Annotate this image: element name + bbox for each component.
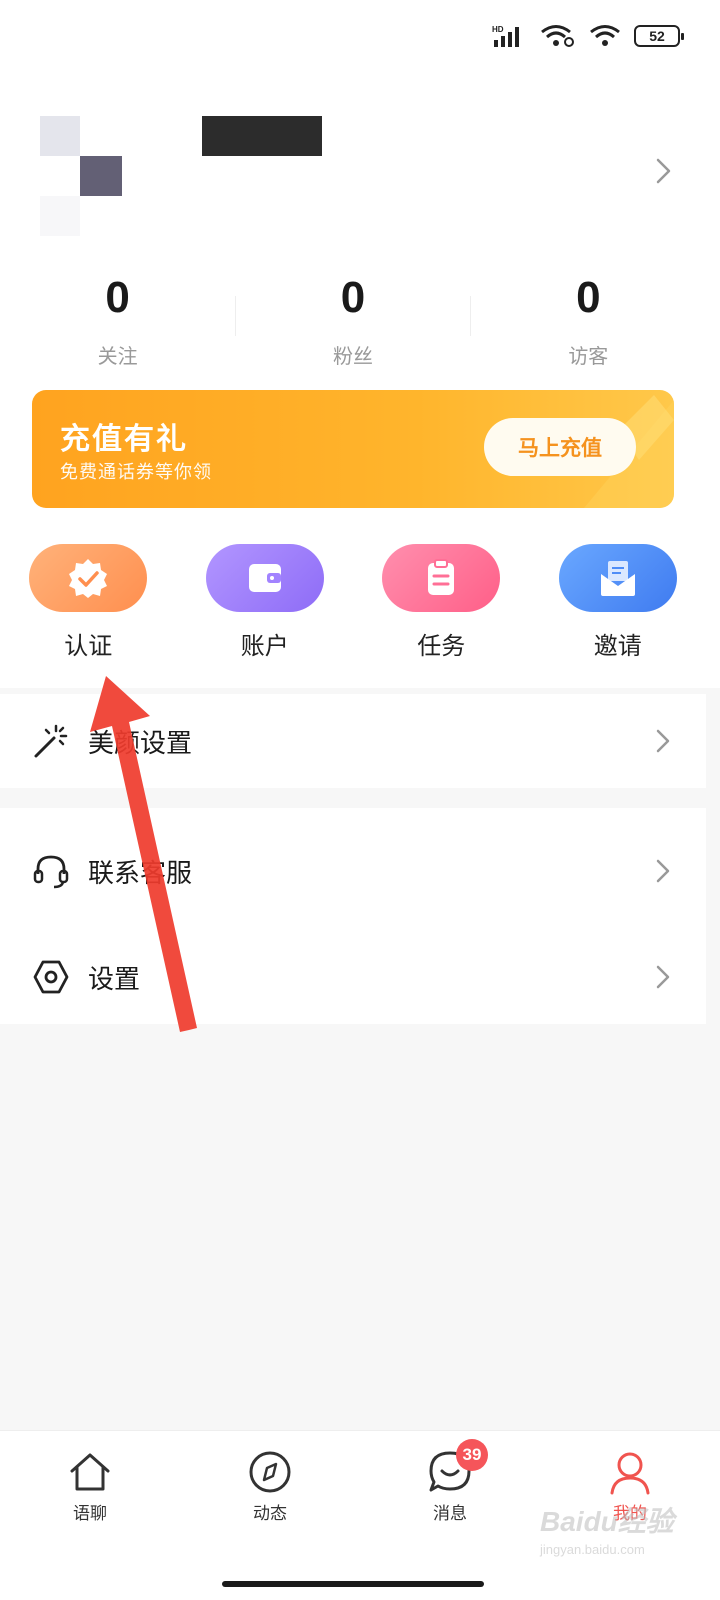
stat-following[interactable]: 0 关注 [0, 268, 235, 378]
following-label: 关注 [97, 344, 138, 368]
fans-label: 粉丝 [332, 344, 373, 368]
quick-actions: 认证 账户 任务 邀请 [0, 544, 706, 661]
quick-action-verify[interactable]: 认证 [0, 544, 177, 661]
chevron-right-icon [656, 859, 670, 883]
tab-moments-label: 动态 [253, 1504, 287, 1524]
banner-title: 充值有礼 [60, 422, 188, 457]
invite-pill [558, 544, 677, 612]
baidu-watermark: Baidu经验 jingyan.baidu.com [540, 1500, 680, 1560]
magic-wand-icon [32, 722, 70, 760]
stat-visitors[interactable]: 0 访客 [471, 268, 706, 378]
quick-action-account[interactable]: 账户 [177, 544, 354, 661]
clipboard-icon [428, 559, 455, 595]
verified-badge-icon [69, 559, 108, 598]
menu-group-support: 联系客服 设置 [0, 808, 706, 1024]
username [202, 116, 322, 156]
following-count: 0 [105, 273, 130, 322]
banner-subtitle: 免费通话券等你领 [60, 462, 212, 483]
beauty-settings-label: 美颜设置 [88, 728, 193, 759]
battery-indicator: 52 [634, 25, 684, 47]
watermark-url: jingyan.baidu.com [540, 1542, 645, 1557]
account-label: 账户 [240, 632, 289, 660]
profile-chevron-right-icon[interactable] [654, 156, 674, 186]
quick-action-invite[interactable]: 邀请 [530, 544, 707, 661]
verify-label: 认证 [64, 632, 113, 660]
wifi-link-icon [541, 25, 574, 47]
tab-voice-chat[interactable]: 语聊 [0, 1449, 180, 1541]
svg-text:HD: HD [492, 25, 504, 34]
user-tag [162, 196, 242, 236]
unread-badge: 39 [456, 1439, 488, 1471]
chevron-right-icon [656, 965, 670, 989]
menu-item-customer-service[interactable]: 联系客服 [0, 824, 706, 918]
watermark-brand: Baidu经验 [540, 1506, 674, 1537]
home-icon [70, 1453, 110, 1491]
person-icon [610, 1452, 650, 1495]
envelope-icon [600, 561, 635, 596]
quick-action-task[interactable]: 任务 [353, 544, 530, 661]
invite-label: 邀请 [593, 632, 642, 660]
settings-hexagon-icon [32, 958, 70, 996]
status-bar: HD 52 [492, 18, 684, 54]
tab-messages[interactable]: 39 消息 [360, 1439, 540, 1541]
recharge-button[interactable]: 马上充值 [484, 418, 636, 476]
headset-icon [32, 852, 70, 890]
stats-row: 0 关注 0 粉丝 0 访客 [0, 268, 706, 378]
visitors-label: 访客 [568, 344, 609, 368]
menu-group-beauty: 美颜设置 [0, 694, 706, 788]
account-pill [205, 544, 324, 612]
avatar[interactable] [40, 116, 122, 236]
menu-item-beauty-settings[interactable]: 美颜设置 [0, 694, 706, 788]
recharge-banner[interactable]: 充值有礼 免费通话券等你领 马上充值 [32, 390, 674, 508]
fans-count: 0 [340, 273, 366, 322]
customer-service-label: 联系客服 [88, 858, 193, 889]
chevron-right-icon [656, 729, 670, 753]
wallet-icon [248, 564, 281, 592]
task-label: 任务 [417, 632, 466, 660]
tab-messages-label: 消息 [433, 1504, 467, 1524]
wifi-icon [590, 25, 620, 46]
stat-fans[interactable]: 0 粉丝 [235, 268, 471, 378]
verify-pill [29, 544, 148, 612]
cellular-signal-icon: HD [492, 25, 519, 47]
tab-moments[interactable]: 动态 [180, 1449, 360, 1541]
divider [235, 296, 237, 336]
tab-voice-chat-label: 语聊 [73, 1504, 107, 1524]
task-pill [382, 544, 501, 612]
visitors-count: 0 [576, 273, 601, 322]
compass-icon [249, 1451, 291, 1493]
menu-item-settings[interactable]: 设置 [0, 930, 706, 1024]
settings-label: 设置 [88, 964, 141, 995]
home-indicator [222, 1581, 484, 1587]
